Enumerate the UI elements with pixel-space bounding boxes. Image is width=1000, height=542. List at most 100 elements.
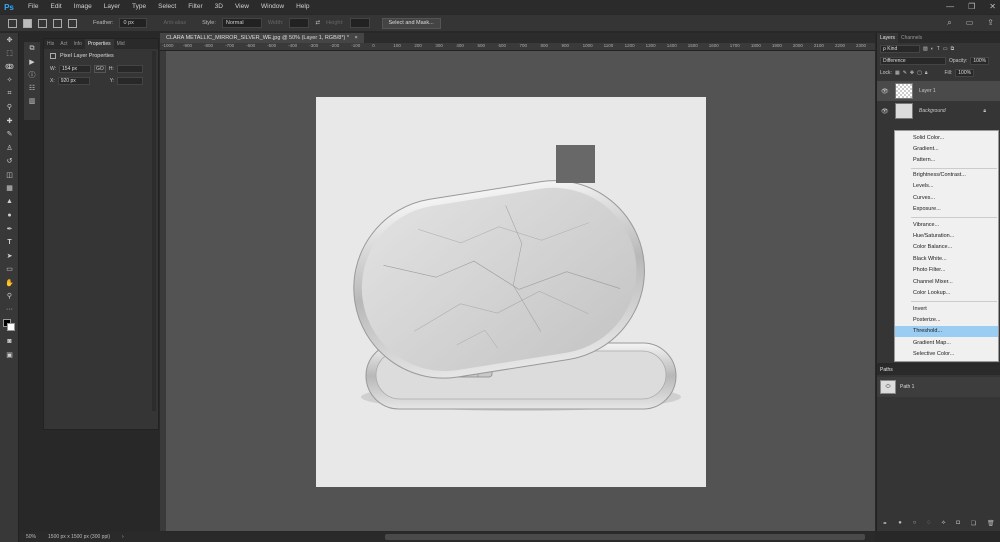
lock-all-icon[interactable]: 🔒︎: [925, 70, 928, 76]
filter-type-icon[interactable]: T: [937, 46, 940, 52]
kind-filter-select[interactable]: ρ Kind: [880, 45, 920, 53]
history-icon[interactable]: ⧉: [24, 42, 40, 55]
zoom-level[interactable]: 50%: [26, 534, 36, 540]
tab-properties[interactable]: Properties: [84, 39, 114, 49]
fill-path-icon[interactable]: ●: [898, 520, 902, 526]
menu-item-threshold[interactable]: Threshold...: [895, 326, 998, 337]
menu-item-pattern[interactable]: Pattern...: [895, 155, 998, 166]
document-canvas[interactable]: [316, 97, 706, 487]
layer-row[interactable]: 👁︎ Background 🔒︎: [877, 101, 1000, 121]
height-input[interactable]: [349, 18, 370, 28]
swap-icon[interactable]: ⇄: [315, 20, 320, 26]
style-select[interactable]: Normal: [221, 18, 262, 28]
menu-item-brightness-contrast[interactable]: Brightness/Contrast...: [895, 170, 998, 181]
search-icon[interactable]: ⌕: [947, 15, 951, 31]
layer-row[interactable]: 👁︎ Layer 1: [877, 81, 1000, 101]
tab-measurement[interactable]: Mid: [114, 39, 128, 49]
menu-view[interactable]: View: [229, 0, 255, 14]
menu-item-color-lookup[interactable]: Color Lookup...: [895, 288, 998, 299]
filter-adjustment-icon[interactable]: ◐: [931, 46, 934, 52]
x-field[interactable]: 920 px: [57, 77, 90, 85]
new-selection-icon[interactable]: [23, 18, 32, 28]
tab-info[interactable]: Info: [70, 39, 84, 49]
lock-move-icon[interactable]: ✥: [910, 70, 914, 76]
filter-smart-icon[interactable]: ⧉: [951, 46, 955, 52]
layer-1-square[interactable]: [556, 145, 595, 183]
visibility-eye-icon[interactable]: 👁︎: [881, 108, 889, 115]
close-tab-icon[interactable]: ×: [355, 35, 358, 41]
history-brush-icon[interactable]: ↺: [0, 155, 19, 169]
width-field[interactable]: 154 px: [59, 65, 92, 73]
status-arrow-icon[interactable]: ›: [122, 534, 124, 540]
stroke-path-icon[interactable]: ○: [913, 520, 917, 526]
properties-icon[interactable]: ☷: [24, 81, 40, 94]
menu-item-curves[interactable]: Curves...: [895, 193, 998, 204]
gradient-tool-icon[interactable]: ▦: [0, 182, 19, 196]
tab-paths[interactable]: Paths: [877, 365, 1000, 375]
menu-item-exposure[interactable]: Exposure...: [895, 204, 998, 215]
menu-image[interactable]: Image: [68, 0, 98, 14]
visibility-eye-icon[interactable]: 👁︎: [881, 88, 889, 95]
tab-actions[interactable]: Act: [57, 39, 70, 49]
horizontal-scrollbar[interactable]: [385, 534, 865, 540]
menu-window[interactable]: Window: [255, 0, 290, 14]
feather-input[interactable]: 0 px: [119, 18, 148, 28]
marquee-preset-icon[interactable]: [8, 18, 17, 28]
info-icon[interactable]: ⓘ: [24, 68, 40, 81]
menu-item-selective-color[interactable]: Selective Color...: [895, 349, 998, 360]
type-tool-icon[interactable]: T: [0, 236, 19, 250]
menu-edit[interactable]: Edit: [44, 0, 67, 14]
tab-history[interactable]: His: [44, 39, 57, 49]
healing-tool-icon[interactable]: ✚: [0, 114, 19, 128]
crop-tool-icon[interactable]: ⌗: [0, 87, 19, 101]
move-tool-icon[interactable]: ✥: [0, 33, 19, 47]
path-selection-icon[interactable]: ➤: [0, 249, 19, 263]
close-button[interactable]: ✕: [989, 0, 996, 14]
menu-item-solid-color[interactable]: Solid Color...: [895, 133, 998, 144]
add-selection-icon[interactable]: [38, 18, 47, 28]
brush-tool-icon[interactable]: ✎: [0, 128, 19, 142]
menu-item-levels[interactable]: Levels...: [895, 181, 998, 192]
hand-tool-icon[interactable]: ✋: [0, 276, 19, 290]
pen-tool-icon[interactable]: ✒: [0, 222, 19, 236]
menu-select[interactable]: Select: [152, 0, 182, 14]
width-input[interactable]: [289, 18, 310, 28]
menu-layer[interactable]: Layer: [98, 0, 126, 14]
measurement-icon[interactable]: ▥: [24, 94, 40, 107]
delete-icon[interactable]: 🗑︎: [987, 520, 995, 527]
lock-paint-icon[interactable]: ✎: [903, 70, 907, 76]
menu-item-gradient[interactable]: Gradient...: [895, 144, 998, 155]
menu-item-gradient-map[interactable]: Gradient Map...: [895, 338, 998, 349]
menu-item-channel-mixer[interactable]: Channel Mixer...: [895, 277, 998, 288]
make-path-icon[interactable]: ⟡: [942, 520, 946, 527]
filter-shape-icon[interactable]: ▭: [943, 46, 948, 52]
screen-mode-icon[interactable]: ▣: [0, 348, 19, 362]
blend-mode-select[interactable]: Difference: [880, 57, 946, 65]
quick-mask-icon[interactable]: ◙: [0, 335, 19, 349]
menu-help[interactable]: Help: [290, 0, 315, 14]
magic-wand-tool-icon[interactable]: ✧: [0, 74, 19, 88]
more-tools-icon[interactable]: ···: [0, 303, 19, 317]
menu-filter[interactable]: Filter: [182, 0, 208, 14]
menu-item-invert[interactable]: Invert: [895, 304, 998, 315]
actions-icon[interactable]: ▶: [24, 55, 40, 68]
filter-pixel-icon[interactable]: ▨: [923, 46, 928, 52]
add-mask-icon[interactable]: ◘: [956, 520, 960, 526]
blur-tool-icon[interactable]: ▲: [0, 195, 19, 209]
menu-3d[interactable]: 3D: [209, 0, 229, 14]
subtract-selection-icon[interactable]: [53, 18, 62, 28]
menu-item-black-white[interactable]: Black White...: [895, 254, 998, 265]
shape-tool-icon[interactable]: ▭: [0, 263, 19, 277]
background-color[interactable]: [7, 322, 15, 331]
lock-pixels-icon[interactable]: ▦: [895, 70, 900, 76]
lasso-tool-icon[interactable]: ↂ: [0, 60, 19, 74]
link-layers-icon[interactable]: ⚭: [882, 520, 887, 527]
eraser-tool-icon[interactable]: ◫: [0, 168, 19, 182]
link-button[interactable]: GO: [94, 65, 106, 73]
dodge-tool-icon[interactable]: ●: [0, 209, 19, 223]
restore-button[interactable]: ❐: [968, 0, 975, 14]
eyedropper-tool-icon[interactable]: ⚲: [0, 101, 19, 115]
path-row[interactable]: ⬭ Path 1: [877, 377, 1000, 397]
canvas-area[interactable]: [166, 51, 875, 531]
height-field[interactable]: [116, 65, 143, 73]
